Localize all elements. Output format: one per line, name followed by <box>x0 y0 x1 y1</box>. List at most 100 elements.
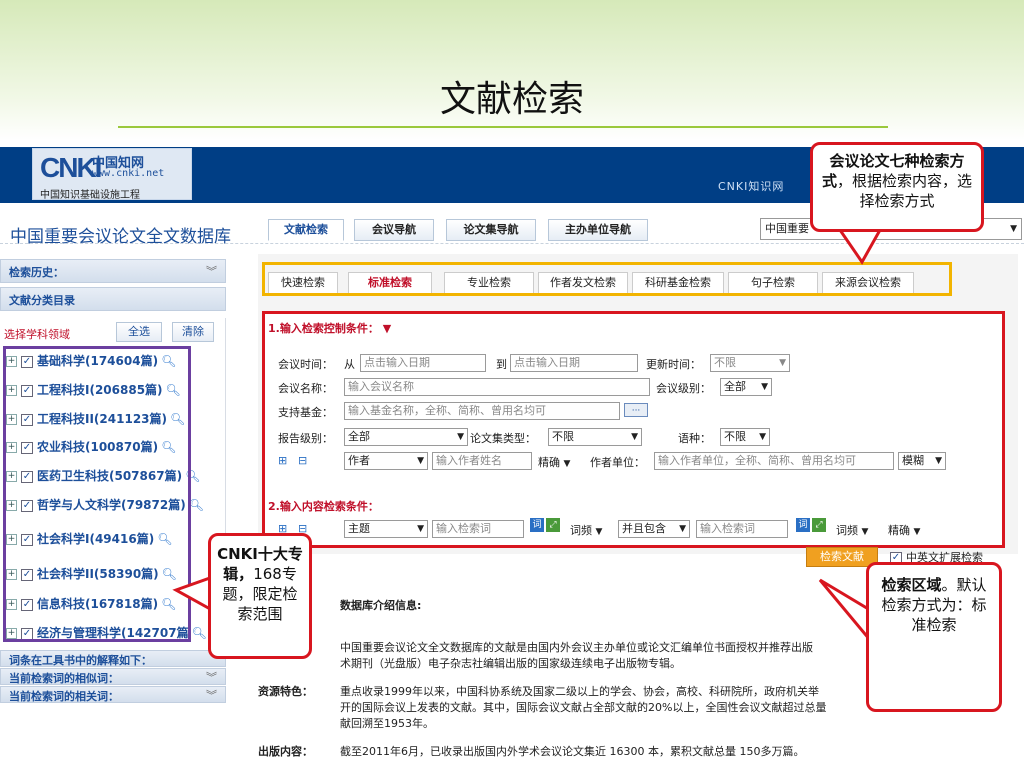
frequency-value: 词频 <box>836 524 858 537</box>
fuzzy-select[interactable]: 模糊 ▼ <box>898 452 946 470</box>
more-icon[interactable]: ··· <box>624 403 648 417</box>
search-area-callout: 检索区域。默认检索方式为：标准检索 <box>866 562 1002 712</box>
boolean-operator-select[interactable]: 并且包含 ▼ <box>618 520 690 538</box>
database-selector-value: 中国重要 <box>765 222 809 235</box>
resource-features-text: 重点收录1999年以来，中国科协系统及国家二级以上的学会、协会，高校、科研院所，… <box>340 685 819 698</box>
content-field-select[interactable]: 主题 ▼ <box>344 520 428 538</box>
chevron-down-icon: ▼ <box>1010 224 1017 234</box>
from-label: 从 <box>344 358 355 371</box>
author-precise-select[interactable]: 精确 ▼ <box>538 454 570 470</box>
tab-proceedings-nav[interactable]: 论文集导航 <box>446 219 536 241</box>
chevron-down-icon: ▼ <box>457 432 464 442</box>
meeting-level-select[interactable]: 全部 ▼ <box>720 378 772 396</box>
category-directory-label: 文献分类目录 <box>9 294 75 307</box>
update-time-value: 不限 <box>714 356 736 369</box>
to-label: 到 <box>496 358 507 371</box>
bar-label: 当前检索词的相似词： <box>9 672 119 685</box>
search-icon[interactable]: 🔍︎ <box>189 498 204 512</box>
end-date-input[interactable]: 点击输入日期 <box>510 354 638 372</box>
author-field-value: 作者 <box>348 454 370 467</box>
frequency-select[interactable]: 词频 ▼ <box>836 522 868 538</box>
chevron-down-icon: ▼ <box>861 527 869 537</box>
word-frequency-icon[interactable]: 词 <box>796 518 810 532</box>
divider <box>0 243 1024 244</box>
tab-meeting-nav[interactable]: 会议导航 <box>354 219 434 241</box>
db-intro-heading: 数据库介绍信息: <box>340 599 422 612</box>
search-documents-button[interactable]: 检索文献 <box>806 547 878 567</box>
precise-value: 精确 <box>888 524 910 537</box>
search-history-bar[interactable]: 检索历史： ︾ <box>0 259 226 283</box>
search-area-callout-bold: 检索区域 <box>881 576 942 594</box>
chevron-down-icon: ▼ <box>595 527 603 537</box>
chevron-down-icon: ▼ <box>913 527 921 537</box>
search-tabs-highlight-box <box>262 262 952 296</box>
subjects-callout: CNKI十大专辑，168专题，限定检索范围 <box>208 533 312 659</box>
control-heading-text: 1.输入检索控制条件： <box>268 322 379 335</box>
chevron-down-icon: ▼ <box>779 358 786 368</box>
precise-select[interactable]: 精确 ▼ <box>888 522 920 538</box>
author-field-select[interactable]: 作者 ▼ <box>344 452 428 470</box>
select-all-button[interactable]: 全选 <box>116 322 162 342</box>
language-select[interactable]: 不限 ▼ <box>720 428 770 446</box>
db-intro-text: 中国重要会议论文全文数据库的文献是由国内外会议主办单位或论文汇编单位书面授权并推… <box>340 641 813 654</box>
fuzzy-value: 模糊 <box>902 454 924 467</box>
expand-terms-icon[interactable]: ⤢ <box>546 518 560 532</box>
add-row-icon[interactable]: ⊞ <box>278 454 287 467</box>
slide-title: 文献检索 <box>439 79 584 120</box>
chevron-down-icon: ▼ <box>417 456 424 466</box>
search-icon[interactable]: 🔍︎ <box>192 626 207 640</box>
language-value: 不限 <box>724 430 746 443</box>
expand-terms-icon[interactable]: ⤢ <box>812 518 826 532</box>
chevron-down-icon: ▼ <box>679 524 686 534</box>
tab-organizer-nav[interactable]: 主办单位导航 <box>548 219 648 241</box>
update-time-label: 更新时间： <box>646 358 701 371</box>
proceedings-type-label: 论文集类型： <box>470 432 536 445</box>
word-frequency-icon[interactable]: 词 <box>530 518 544 532</box>
chevron-down-icon[interactable]: ︾ <box>206 687 217 703</box>
cnki-logo-subtitle: 中国知识基础设施工程 <box>40 190 140 201</box>
search-history-label: 检索历史： <box>9 266 64 279</box>
dictionary-explanation-bar[interactable]: 词条在工具书中的解释如下： <box>0 650 226 667</box>
precise-value: 精确 <box>538 456 560 469</box>
frequency-select[interactable]: 词频 ▼ <box>570 522 602 538</box>
bar-label: 词条在工具书中的解释如下： <box>9 654 152 667</box>
chevron-down-icon[interactable]: ▼ <box>383 322 391 335</box>
chevron-down-icon[interactable]: ︾ <box>206 669 217 685</box>
clear-button[interactable]: 清除 <box>172 322 214 342</box>
subjects-highlight-box <box>3 346 191 642</box>
cnki-logo-url: www.cnki.net <box>92 168 165 179</box>
right-callout-tail <box>818 578 872 645</box>
proceedings-type-select[interactable]: 不限 ▼ <box>548 428 642 446</box>
chevron-down-icon: ▼ <box>631 432 638 442</box>
author-name-input[interactable]: 输入作者姓名 <box>432 452 532 470</box>
category-directory-bar[interactable]: 文献分类目录 <box>0 287 226 311</box>
resource-features-label: 资源特色： <box>258 685 313 698</box>
related-terms-bar[interactable]: 当前检索词的相关词： ︾ <box>0 686 226 703</box>
update-time-select[interactable]: 不限 ▼ <box>710 354 790 372</box>
banner-right-text: CNKI知识网 <box>718 180 785 193</box>
resource-features-text-3: 献回溯至1953年。 <box>340 717 434 730</box>
chevron-down-icon[interactable]: ︾ <box>206 263 217 279</box>
remove-row-icon[interactable]: ⊟ <box>298 454 307 467</box>
chevron-down-icon: ▼ <box>759 432 766 442</box>
fund-input[interactable]: 输入基金名称，全称、简称、曾用名均可 <box>344 402 620 420</box>
meeting-name-input[interactable]: 输入会议名称 <box>344 378 650 396</box>
chevron-down-icon: ▼ <box>761 382 768 392</box>
keyword-input[interactable]: 输入检索词 <box>432 520 524 538</box>
similar-terms-bar[interactable]: 当前检索词的相似词： ︾ <box>0 668 226 685</box>
second-keyword-input[interactable]: 输入检索词 <box>696 520 788 538</box>
publication-content-label: 出版内容： <box>258 745 313 758</box>
frequency-value: 词频 <box>570 524 592 537</box>
meeting-time-label: 会议时间： <box>278 358 333 371</box>
start-date-input[interactable]: 点击输入日期 <box>360 354 486 372</box>
meeting-name-label: 会议名称： <box>278 382 333 395</box>
report-level-select[interactable]: 全部 ▼ <box>344 428 468 446</box>
title-underline <box>118 126 888 128</box>
content-field-value: 主题 <box>348 522 370 535</box>
language-label: 语种： <box>678 432 711 445</box>
chevron-down-icon: ▼ <box>417 524 424 534</box>
chevron-down-icon: ▼ <box>563 459 571 469</box>
tab-literature-search[interactable]: 文献检索 <box>268 219 344 241</box>
author-unit-input[interactable]: 输入作者单位，全称、简称、曾用名均可 <box>654 452 894 470</box>
db-intro-text-2: 术期刊（光盘版）电子杂志社编辑出版的国家级连续电子出版物专辑。 <box>340 657 681 670</box>
